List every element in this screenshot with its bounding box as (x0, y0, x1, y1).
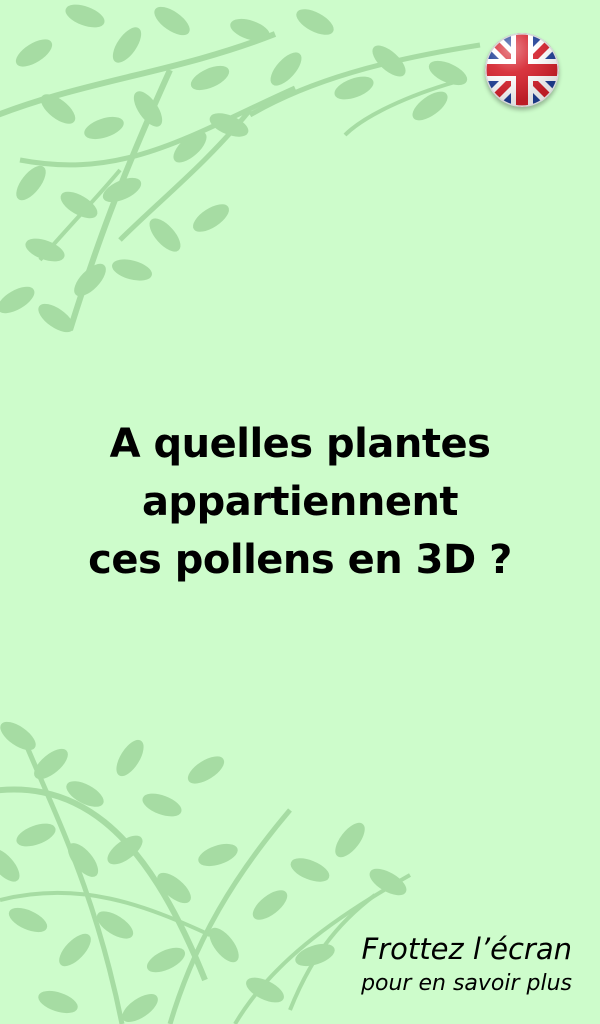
quiz-intro-screen[interactable]: A quelles plantes appartiennent ces poll… (0, 0, 600, 1024)
hint-line-1: Frottez l’écran (361, 932, 572, 966)
scratch-screen-hint: Frottez l’écran pour en savoir plus (272, 928, 572, 998)
headline-line-3: ces pollens en 3D ? (88, 536, 512, 583)
quiz-headline: A quelles plantes appartiennent ces poll… (40, 415, 560, 589)
headline-line-2: appartiennent (141, 478, 459, 525)
headline-line-1: A quelles plantes (109, 420, 491, 467)
hint-line-2: pour en savoir plus (361, 971, 572, 996)
english-language-button[interactable] (485, 33, 559, 107)
uk-flag-icon (485, 33, 559, 107)
